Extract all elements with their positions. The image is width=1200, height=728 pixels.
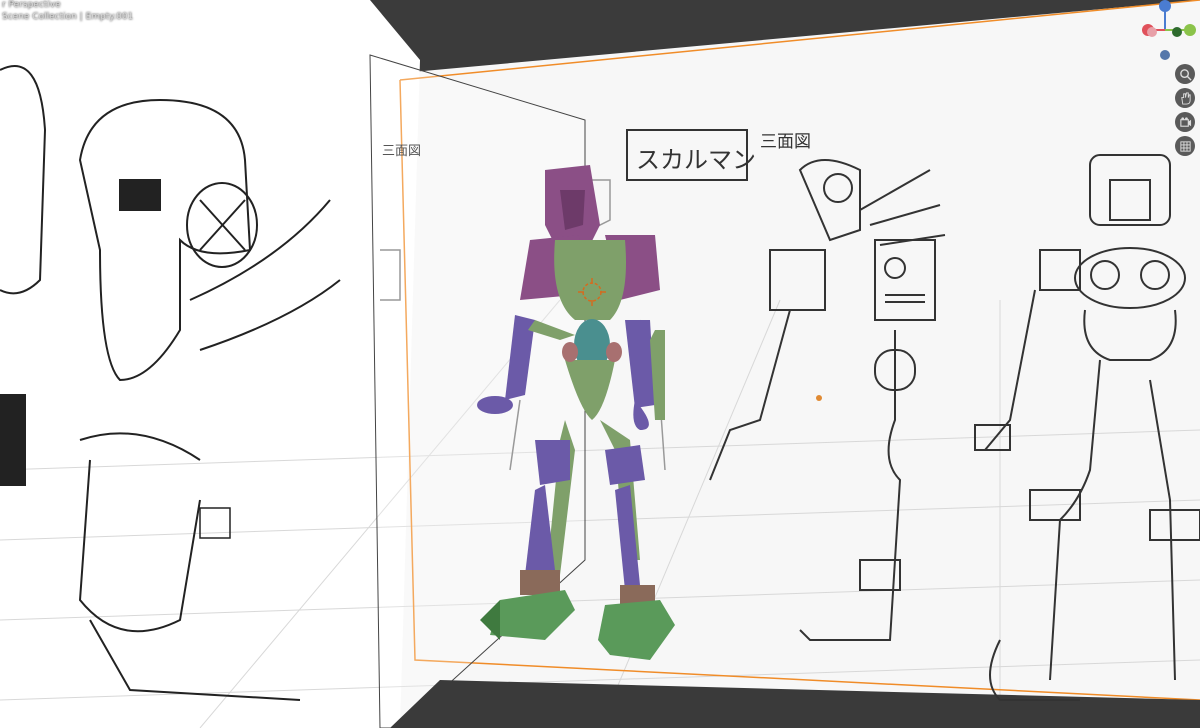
zoom-icon[interactable] [1175, 64, 1195, 84]
scene-render[interactable] [0, 0, 1200, 728]
3d-viewport[interactable]: スカルマン 三面図 三面図 r Perspective Scene Collec… [0, 0, 1200, 728]
viewport-mode-label: r Perspective [2, 0, 61, 10]
hand-icon[interactable] [1175, 88, 1195, 108]
sheet-subtitle: 三面図 [760, 132, 811, 152]
z-axis-icon [1159, 0, 1171, 12]
y-axis-icon [1184, 24, 1196, 36]
navigation-gizmo[interactable] [1140, 0, 1200, 70]
collection-label: Scene Collection | Empty.001 [2, 12, 134, 22]
sheet-title: スカルマン [636, 146, 756, 174]
grid-icon[interactable] [1175, 136, 1195, 156]
sheet-left-note: 三面図 [382, 144, 422, 159]
camera-icon[interactable] [1175, 112, 1195, 132]
object-origin [816, 395, 822, 401]
